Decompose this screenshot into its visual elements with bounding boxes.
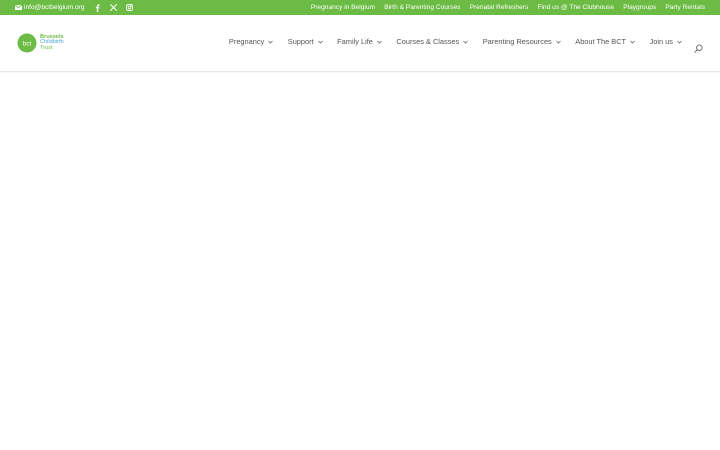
chevron-down-icon: [376, 39, 383, 45]
chevron-down-icon: [676, 39, 683, 45]
chevron-down-icon: [555, 39, 562, 45]
chevron-down-icon: [267, 39, 274, 45]
site-logo[interactable]: bct Brussels Childbirth Trust: [17, 33, 64, 53]
nav-item-family-life[interactable]: Family Life: [337, 37, 383, 46]
chevron-down-icon: [629, 39, 636, 45]
logo-mark: bct: [17, 33, 37, 53]
logo-wordmark: Brussels Childbirth Trust: [40, 34, 64, 51]
top-link-find-us-clubhouse[interactable]: Find us @ The Clubhouse: [537, 4, 614, 11]
nav-item-join-us[interactable]: Join us: [650, 37, 683, 46]
nav-item-about-the-bct[interactable]: About The BCT: [575, 37, 636, 46]
top-link-party-rentals[interactable]: Party Rentals: [665, 4, 705, 11]
top-link-pregnancy-in-belgium[interactable]: Pregnancy in Belgium: [311, 4, 375, 11]
envelope-icon: [14, 4, 23, 10]
top-link-playgroups[interactable]: Playgroups: [623, 4, 656, 11]
top-link-prenatal-refreshers[interactable]: Prenatal Refreshers: [470, 4, 529, 11]
search-icon[interactable]: [694, 40, 703, 53]
chevron-down-icon: [317, 39, 324, 45]
page-content: [0, 73, 720, 450]
main-nav: Pregnancy Support Family Life Courses & …: [229, 37, 683, 46]
instagram-icon[interactable]: [125, 3, 133, 12]
top-bar: info@bctbelgium.org Pregnancy in Belgium…: [0, 0, 720, 15]
facebook-icon[interactable]: [94, 3, 101, 12]
social-links: [94, 3, 133, 12]
main-header: bct Brussels Childbirth Trust Pregnancy …: [0, 15, 720, 72]
email-text: info@bctbelgium.org: [24, 4, 85, 11]
svg-text:bct: bct: [23, 40, 32, 47]
nav-item-support[interactable]: Support: [288, 37, 324, 46]
chevron-down-icon: [462, 39, 469, 45]
nav-item-parenting-resources[interactable]: Parenting Resources: [483, 37, 562, 46]
nav-item-courses-classes[interactable]: Courses & Classes: [396, 37, 469, 46]
top-bar-links: Pregnancy in Belgium Birth & Parenting C…: [311, 4, 720, 11]
nav-item-pregnancy[interactable]: Pregnancy: [229, 37, 274, 46]
x-icon[interactable]: [109, 3, 117, 12]
top-bar-left: info@bctbelgium.org: [0, 3, 133, 12]
top-link-birth-parenting-courses[interactable]: Birth & Parenting Courses: [384, 4, 460, 11]
email-link[interactable]: info@bctbelgium.org: [14, 4, 85, 11]
